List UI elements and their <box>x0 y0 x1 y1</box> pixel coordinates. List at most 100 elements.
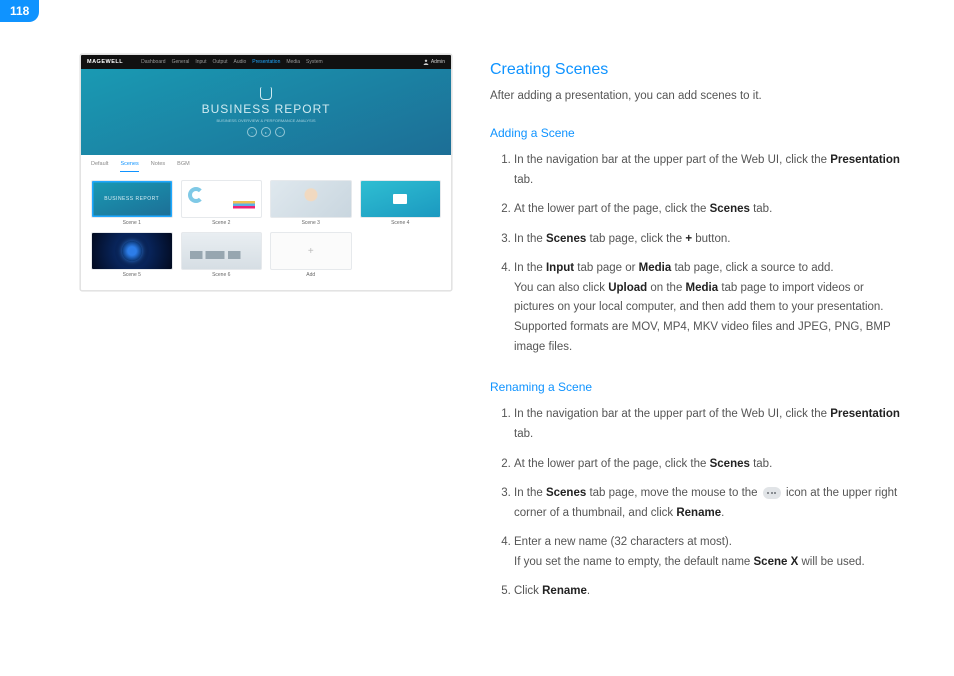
add-scene-button[interactable]: + <box>270 232 352 270</box>
t: tab. <box>750 203 772 215</box>
app-topbar: MAGEWELL Dashboard General Input Output … <box>81 55 451 69</box>
bold-scenes: Scenes <box>710 203 750 215</box>
scene-label-1: Scene 1 <box>91 220 173 226</box>
shield-icon <box>260 87 272 100</box>
hero-slide: BUSINESS REPORT BUSINESS OVERVIEW & PERF… <box>81 69 451 155</box>
hero-title: BUSINESS REPORT <box>202 102 331 116</box>
nav-audio[interactable]: Audio <box>234 59 247 65</box>
scene-tile-5[interactable]: Scene 5 <box>91 232 173 278</box>
tab-bgm[interactable]: BGM <box>177 161 190 172</box>
ren-step-2: At the lower part of the page, click the… <box>514 455 902 475</box>
add-step-1: In the navigation bar at the upper part … <box>514 151 902 190</box>
scene-tile-3[interactable]: Scene 3 <box>270 180 352 226</box>
app-nav: Dashboard General Input Output Audio Pre… <box>141 59 323 65</box>
t: Enter a new name (32 characters at most)… <box>514 536 732 548</box>
app-user[interactable]: Admin <box>423 59 445 65</box>
scene-thumb-4 <box>360 180 442 218</box>
ren-step-3: In the Scenes tab page, move the mouse t… <box>514 484 902 523</box>
bold-rename: Rename <box>542 585 587 597</box>
embedded-screenshot: MAGEWELL Dashboard General Input Output … <box>80 54 452 622</box>
hero-play-icon[interactable]: ▸ <box>261 127 271 137</box>
t: . <box>587 585 590 597</box>
t: At the lower part of the page, click the <box>514 203 710 215</box>
nav-input[interactable]: Input <box>195 59 206 65</box>
t: At the lower part of the page, click the <box>514 458 710 470</box>
add-step-2: At the lower part of the page, click the… <box>514 200 902 220</box>
lower-tabs: Default Scenes Notes BGM <box>81 155 451 172</box>
t: tab page or <box>574 262 639 274</box>
nav-presentation[interactable]: Presentation <box>252 59 280 65</box>
scene-tile-add[interactable]: + Add <box>270 232 352 278</box>
scene-tile-1[interactable]: BUSINESS REPORT Scene 1 <box>91 180 173 226</box>
scene-tile-4[interactable]: Scene 4 <box>360 180 442 226</box>
add-step-3: In the Scenes tab page, click the + butt… <box>514 230 902 250</box>
hero-subtitle: BUSINESS OVERVIEW & PERFORMANCE ANALYSIS <box>217 118 316 123</box>
more-icon <box>763 487 781 499</box>
bold-presentation: Presentation <box>830 154 900 166</box>
tab-notes[interactable]: Notes <box>151 161 165 172</box>
scene-thumb-5 <box>91 232 173 270</box>
t: will be used. <box>798 556 864 568</box>
bold-scenes: Scenes <box>546 233 586 245</box>
app-logo: MAGEWELL <box>87 59 123 65</box>
page-body: MAGEWELL Dashboard General Input Output … <box>0 0 954 622</box>
hero-controls: ‹ ▸ › <box>247 127 285 137</box>
scene-grid: BUSINESS REPORT Scene 1 Scene 2 Scene 3 … <box>81 172 451 290</box>
nav-general[interactable]: General <box>172 59 190 65</box>
hero-next-icon[interactable]: › <box>275 127 285 137</box>
bold-media: Media <box>686 282 719 294</box>
bold-scenes: Scenes <box>546 487 586 499</box>
nav-media[interactable]: Media <box>286 59 300 65</box>
bold-rename: Rename <box>676 507 721 519</box>
scene-tile-empty <box>360 232 442 278</box>
t: In the navigation bar at the upper part … <box>514 408 830 420</box>
t: tab. <box>514 428 533 440</box>
app-user-name: Admin <box>431 59 445 65</box>
heading-adding-scene: Adding a Scene <box>490 123 902 143</box>
hero-prev-icon[interactable]: ‹ <box>247 127 257 137</box>
doc-column: Creating Scenes After adding a presentat… <box>490 54 902 622</box>
t: If you set the name to empty, the defaul… <box>514 556 754 568</box>
page-title: Creating Scenes <box>490 56 902 83</box>
scene-label-add: Add <box>270 272 352 278</box>
nav-dashboard[interactable]: Dashboard <box>141 59 165 65</box>
scene-thumb-1: BUSINESS REPORT <box>91 180 173 218</box>
bold-input: Input <box>546 262 574 274</box>
t: You can also click <box>514 282 608 294</box>
bold-scene-x: Scene X <box>754 556 799 568</box>
scene-label-4: Scene 4 <box>360 220 442 226</box>
t: In the <box>514 233 546 245</box>
user-icon <box>423 59 429 65</box>
t: tab. <box>750 458 772 470</box>
t: button. <box>692 233 730 245</box>
bold-upload: Upload <box>608 282 647 294</box>
t: In the <box>514 262 546 274</box>
scene-label-6: Scene 6 <box>181 272 263 278</box>
t: on the <box>647 282 685 294</box>
page-number-badge: 118 <box>0 0 39 22</box>
t: tab. <box>514 174 533 186</box>
nav-system[interactable]: System <box>306 59 323 65</box>
t: tab page, click a source to add. <box>671 262 833 274</box>
list-adding-scene: In the navigation bar at the upper part … <box>490 151 902 357</box>
nav-output[interactable]: Output <box>212 59 227 65</box>
t: tab page, click the <box>586 233 685 245</box>
tab-scenes[interactable]: Scenes <box>120 161 138 172</box>
bold-media: Media <box>639 262 672 274</box>
scene-thumb-2 <box>181 180 263 218</box>
t: tab page, move the mouse to the <box>586 487 761 499</box>
t: In the <box>514 487 546 499</box>
scene-label-2: Scene 2 <box>181 220 263 226</box>
t: In the navigation bar at the upper part … <box>514 154 830 166</box>
bold-presentation: Presentation <box>830 408 900 420</box>
bold-scenes: Scenes <box>710 458 750 470</box>
t: Click <box>514 585 542 597</box>
t: . <box>721 507 724 519</box>
scene-thumb-3 <box>270 180 352 218</box>
tab-default[interactable]: Default <box>91 161 108 172</box>
app-window: MAGEWELL Dashboard General Input Output … <box>80 54 452 291</box>
scene-label-5: Scene 5 <box>91 272 173 278</box>
scene-tile-2[interactable]: Scene 2 <box>181 180 263 226</box>
scene-tile-6[interactable]: Scene 6 <box>181 232 263 278</box>
ren-step-5: Click Rename. <box>514 582 902 602</box>
